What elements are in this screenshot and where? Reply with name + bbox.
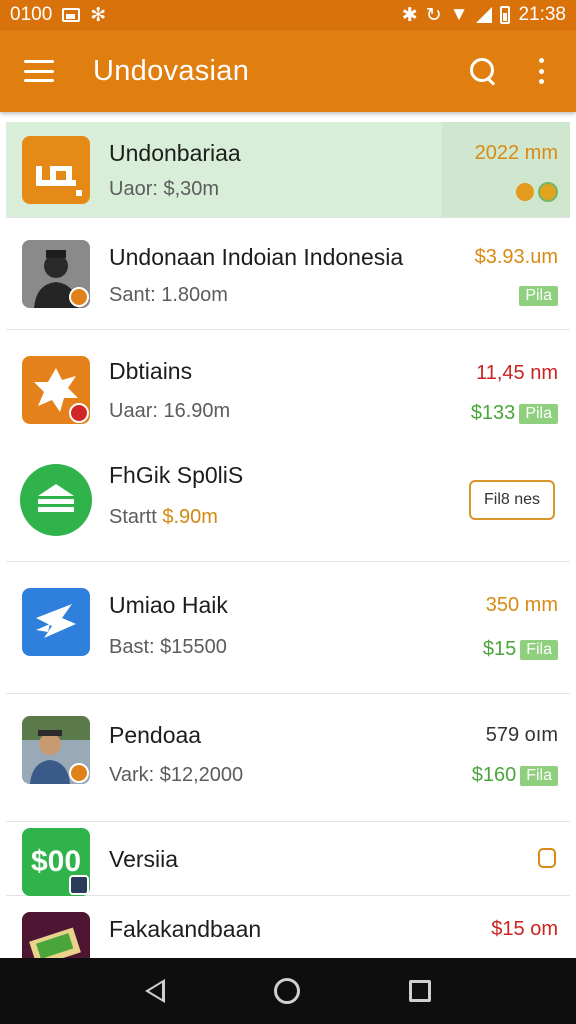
sync-icon: ↻ (425, 4, 442, 26)
item-meta: $15 om (491, 918, 558, 940)
item-meta: 350 mm (485, 594, 558, 616)
item-pill: Fila (520, 639, 558, 660)
wifi-icon: ▼ (449, 4, 469, 25)
app-thumb-book-icon (22, 912, 90, 958)
item-meta: 11,45 nm (476, 362, 558, 384)
item-tag-price: $133 (470, 402, 516, 424)
battery-icon (500, 6, 511, 24)
app-thumb-splash-icon (22, 356, 90, 424)
item-meta: 579 oım (485, 724, 558, 746)
avatar-photo-icon (22, 716, 90, 784)
item-meta: $3.93.um (474, 246, 558, 268)
list-item[interactable]: $00 Versiia (6, 822, 570, 896)
thumb-text: $00 (30, 845, 82, 878)
item-subtitle-prefix: Startt (109, 506, 157, 528)
files-button[interactable]: Fil8 nes (469, 480, 555, 520)
app-title: Undovasian (93, 54, 250, 87)
recents-icon[interactable] (409, 980, 432, 1002)
item-subtitle: Bast: $15500 (109, 636, 227, 658)
image-notification-icon (62, 8, 81, 22)
item-subtitle: Sant: 1.80om (109, 284, 228, 306)
app-thumb-plane-icon (22, 588, 90, 656)
small-app-icon (538, 182, 558, 202)
item-tag: Pila (519, 286, 558, 306)
list-item[interactable]: Pendoaa Vark: $12,2000 579 oım $160 Fila (6, 694, 570, 822)
item-subtitle: Uaor: $,30m (109, 178, 220, 200)
item-pill: Fila (520, 765, 558, 786)
item-title: Dbtiains (109, 358, 193, 384)
home-icon[interactable] (273, 978, 300, 1004)
app-thumb-green-icon (20, 464, 92, 536)
item-title: Versiia (109, 846, 179, 872)
sync-badge-icon (69, 763, 89, 783)
item-tag-price: $160 (471, 764, 517, 786)
status-time-left: 0100 (10, 4, 53, 25)
item-pill: Pila (519, 403, 558, 424)
hamburger-menu-icon[interactable] (24, 60, 54, 82)
item-status-icon (538, 848, 556, 868)
list-item[interactable]: Umiao Haik Bast: $15500 350 mm $15 Fila (6, 562, 570, 694)
item-status-icons (516, 182, 558, 202)
bluetooth-icon: ✱ (401, 4, 418, 26)
item-meta: 2022 mm (474, 142, 558, 164)
item-title: Undonaan Indoian Indonesia (109, 244, 404, 270)
item-subtitle: Vark: $12,2000 (109, 764, 244, 786)
item-title: Pendoaa (109, 722, 202, 748)
list-item[interactable]: Undonbariaa Uaor: $,30m 2022 mm (6, 122, 570, 218)
item-pill: Pila (519, 286, 558, 306)
item-tag: $15 Fila (483, 638, 558, 661)
list-item[interactable]: Fakakandbaan $15 om (6, 896, 570, 958)
list-item[interactable]: Dbtiains Uaar: 16.90m 11,45 nm $133 Pila (6, 330, 570, 446)
play-badge-icon (69, 875, 89, 895)
app-bar: Undovasian (0, 30, 576, 112)
alert-badge-icon (69, 403, 89, 423)
item-subtitle: Startt $.90m (109, 506, 218, 529)
item-tag-price: $15 (482, 638, 517, 660)
item-title: Undonbariaa (109, 140, 241, 166)
item-subtitle: Uaar: 16.90m (109, 400, 231, 422)
item-tag: $160 Fila (472, 764, 558, 787)
list-item[interactable]: FhGik Sp0liS Startt $.90m Fil8 nes (6, 446, 570, 562)
search-icon[interactable] (468, 56, 498, 86)
item-subtitle-value: $.90m (162, 506, 218, 528)
app-thumb-orange-icon (22, 136, 90, 204)
status-time-right: 21:38 (518, 4, 566, 25)
settings-notification-icon: ✻ (90, 4, 107, 26)
system-nav-bar (0, 958, 576, 1024)
avatar-person-icon (22, 240, 90, 308)
item-list[interactable]: Undonbariaa Uaor: $,30m 2022 mm Undonaan… (6, 122, 570, 958)
signal-icon (476, 7, 493, 23)
row-highlight-shade (442, 122, 570, 217)
app-thumb-money-icon: $00 (22, 828, 90, 896)
item-title: FhGik Sp0liS (109, 462, 244, 488)
sync-badge-icon (69, 287, 89, 307)
status-bar: 0100 ✻ ✱ ↻ ▼ 21:38 (0, 0, 576, 30)
item-tag: $133 Pila (471, 402, 558, 425)
orange-dot-icon (516, 183, 534, 201)
calendar-icon (538, 848, 556, 868)
back-icon[interactable] (144, 979, 165, 1003)
list-item[interactable]: Undonaan Indoian Indonesia Sant: 1.80om … (6, 218, 570, 330)
item-title: Fakakandbaan (109, 916, 262, 942)
more-vert-icon[interactable] (536, 58, 546, 84)
item-title: Umiao Haik (109, 592, 228, 618)
